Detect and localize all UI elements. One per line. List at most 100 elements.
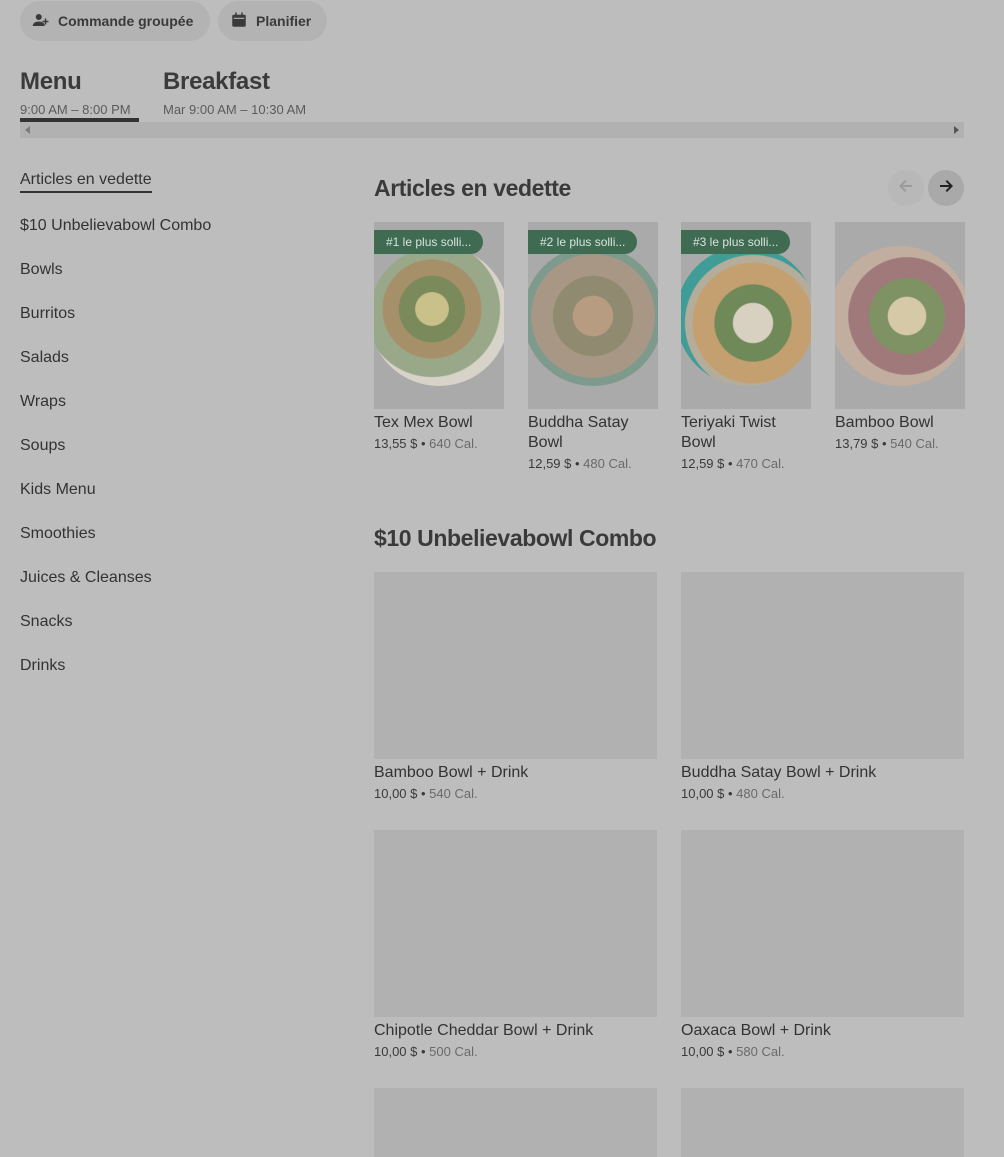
sidebar-item-label: Kids Menu [20,481,96,498]
sidebar-item-juices[interactable]: Juices & Cleanses [20,556,320,600]
featured-section-title: Articles en vedette [374,175,571,201]
sidebar-item-label: Snacks [20,613,73,630]
item-meta: 12,59 $ • 480 Cal. [528,456,632,471]
item-meta: 10,00 $ • 480 Cal. [681,786,785,801]
item-calories: 640 Cal. [429,436,478,451]
popularity-badge: #2 le plus solli... [528,230,638,254]
item-name: Bamboo Bowl + Drink [374,764,529,781]
sidebar-item-drinks[interactable]: Drinks [20,644,320,688]
tab-breakfast[interactable]: Breakfast Mar 9:00 AM – 10:30 AM [163,68,306,117]
combo-item-card[interactable] [681,1088,964,1157]
schedule-label: Planifier [256,13,312,29]
item-price: 13,55 $ [374,436,418,451]
item-calories: 540 Cal. [429,786,478,801]
item-image [374,830,657,1017]
tabs-scrollbar[interactable] [20,122,964,138]
sidebar-item-salads[interactable]: Salads [20,336,320,380]
popularity-badge: #3 le plus solli... [681,230,791,254]
item-image: #2 le plus solli... [528,222,658,409]
item-image [681,1088,964,1157]
item-image: #1 le plus solli... [374,222,504,409]
sidebar-item-label: Bowls [20,261,63,278]
tab-menu[interactable]: Menu 9:00 AM – 8:00 PM [20,68,131,117]
sidebar-item-label: Wraps [20,393,66,410]
item-calories: 580 Cal. [736,1044,785,1059]
featured-item-card[interactable]: #2 le plus solli... Buddha Satay Bowl 12… [528,222,658,471]
sidebar-item-label: $10 Unbelievabowl Combo [20,217,212,234]
item-image [835,222,965,409]
item-name: Tex Mex Bowl [374,414,473,431]
sidebar-item-label: Drinks [20,657,66,674]
item-calories: 480 Cal. [736,786,785,801]
item-meta: 13,55 $ • 640 Cal. [374,436,478,451]
item-meta: 10,00 $ • 580 Cal. [681,1044,785,1059]
combo-section-title: $10 Unbelievabowl Combo [374,525,657,551]
tab-menu-title: Menu [20,68,82,95]
item-price: 10,00 $ [374,1044,418,1059]
tab-breakfast-title: Breakfast [163,68,270,95]
item-image: #3 le plus solli... [681,222,811,409]
sidebar-item-snacks[interactable]: Snacks [20,600,320,644]
item-price: 12,59 $ [681,456,725,471]
arrow-left-icon [898,178,914,199]
item-price: 10,00 $ [681,786,725,801]
sidebar-item-label: Articles en vedette [20,171,152,193]
sidebar-item-wraps[interactable]: Wraps [20,380,320,424]
item-meta: 12,59 $ • 470 Cal. [681,456,785,471]
category-sidebar: Articles en vedette $10 Unbelievabowl Co… [20,160,320,688]
sidebar-item-label: Juices & Cleanses [20,569,152,586]
sidebar-item-label: Salads [20,349,69,366]
carousel-next-button[interactable] [928,170,964,206]
item-meta: 10,00 $ • 500 Cal. [374,1044,478,1059]
sidebar-item-label: Smoothies [20,525,96,542]
combo-item-card[interactable]: Bamboo Bowl + Drink 10,00 $ • 540 Cal. [374,572,657,801]
popularity-badge: #1 le plus solli... [374,230,484,254]
item-image [681,572,964,759]
item-image [374,572,657,759]
item-name: Bamboo Bowl [835,414,934,431]
tab-menu-hours: 9:00 AM – 8:00 PM [20,102,131,117]
combo-item-card[interactable]: Buddha Satay Bowl + Drink 10,00 $ • 480 … [681,572,964,801]
sidebar-item-featured[interactable]: Articles en vedette [20,160,320,204]
sidebar-item-label: Burritos [20,305,76,322]
item-price: 10,00 $ [374,786,418,801]
group-order-button[interactable]: Commande groupée [20,1,210,41]
item-calories: 470 Cal. [736,456,785,471]
item-calories: 500 Cal. [429,1044,478,1059]
featured-item-card[interactable]: #3 le plus solli... Teriyaki Twist Bowl … [681,222,811,471]
item-price: 13,79 $ [835,436,879,451]
combo-item-card[interactable]: Oaxaca Bowl + Drink 10,00 $ • 580 Cal. [681,830,964,1059]
item-name: Chipotle Cheddar Bowl + Drink [374,1022,594,1039]
scroll-left-icon[interactable] [25,126,30,134]
calendar-icon [230,11,248,32]
sidebar-item-smoothies[interactable]: Smoothies [20,512,320,556]
sidebar-item-label: Soups [20,437,66,454]
schedule-button[interactable]: Planifier [218,1,327,41]
item-image [681,830,964,1017]
item-name: Teriyaki Twist Bowl [681,414,776,451]
arrow-right-icon [938,178,954,199]
scroll-right-icon[interactable] [954,126,959,134]
combo-item-card[interactable]: Chipotle Cheddar Bowl + Drink 10,00 $ • … [374,830,657,1059]
person-add-icon [32,11,50,32]
sidebar-item-burritos[interactable]: Burritos [20,292,320,336]
tab-breakfast-hours: Mar 9:00 AM – 10:30 AM [163,102,307,117]
combo-item-card[interactable] [374,1088,657,1157]
item-image [374,1088,657,1157]
item-meta: 10,00 $ • 540 Cal. [374,786,478,801]
item-calories: 540 Cal. [890,436,939,451]
featured-item-card[interactable]: #1 le plus solli... Tex Mex Bowl 13,55 $… [374,222,504,451]
item-price: 10,00 $ [681,1044,725,1059]
carousel-prev-button[interactable] [888,170,924,206]
sidebar-item-soups[interactable]: Soups [20,424,320,468]
sidebar-item-bowls[interactable]: Bowls [20,248,320,292]
item-name: Buddha Satay Bowl + Drink [681,764,877,781]
sidebar-item-kids-menu[interactable]: Kids Menu [20,468,320,512]
item-calories: 480 Cal. [583,456,632,471]
featured-item-card[interactable]: Bamboo Bowl 13,79 $ • 540 Cal. [835,222,965,451]
group-order-label: Commande groupée [58,13,194,29]
item-price: 12,59 $ [528,456,572,471]
sidebar-item-combo[interactable]: $10 Unbelievabowl Combo [20,204,320,248]
item-meta: 13,79 $ • 540 Cal. [835,436,939,451]
item-name: Buddha Satay Bowl [528,414,629,451]
